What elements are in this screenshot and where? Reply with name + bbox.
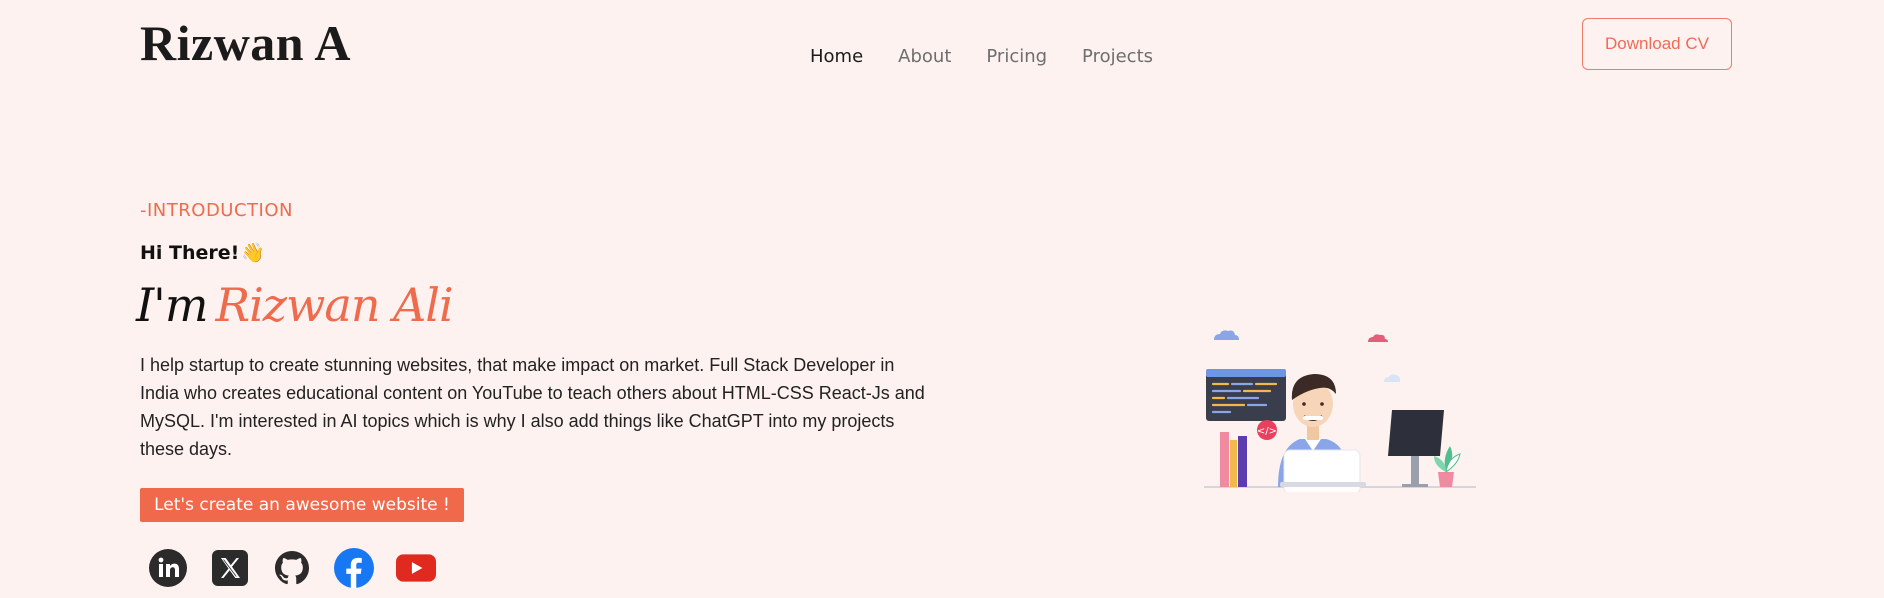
- hero-im: I'm: [136, 278, 208, 332]
- intro-eyebrow: -INTRODUCTION: [140, 200, 293, 221]
- greeting: Hi There! 👋: [140, 241, 265, 264]
- x-twitter-icon[interactable]: [210, 548, 250, 588]
- svg-text:</>: </>: [1257, 426, 1277, 437]
- nav-home[interactable]: Home: [810, 46, 863, 67]
- developer-illustration: </>: [1200, 322, 1480, 495]
- site-logo[interactable]: Rizwan A: [140, 14, 351, 72]
- nav-pricing[interactable]: Pricing: [986, 46, 1047, 67]
- youtube-icon[interactable]: [396, 548, 436, 588]
- facebook-icon[interactable]: [334, 548, 374, 588]
- greeting-text: Hi There!: [140, 242, 240, 264]
- linkedin-icon[interactable]: [148, 548, 188, 588]
- hero-heading: I'm Rizwan Ali: [136, 278, 454, 332]
- hero-name: Rizwan Ali: [215, 278, 453, 332]
- social-links: [148, 548, 436, 588]
- download-cv-button[interactable]: Download CV: [1582, 18, 1732, 70]
- create-website-button[interactable]: Let's create an awesome website !: [140, 488, 464, 522]
- main-nav: Home About Pricing Projects: [810, 46, 1153, 67]
- nav-about[interactable]: About: [898, 46, 951, 67]
- hero-description: I help startup to create stunning websit…: [140, 355, 925, 459]
- nav-projects[interactable]: Projects: [1082, 46, 1153, 67]
- waving-hand-icon: 👋: [241, 242, 265, 264]
- github-icon[interactable]: [272, 548, 312, 588]
